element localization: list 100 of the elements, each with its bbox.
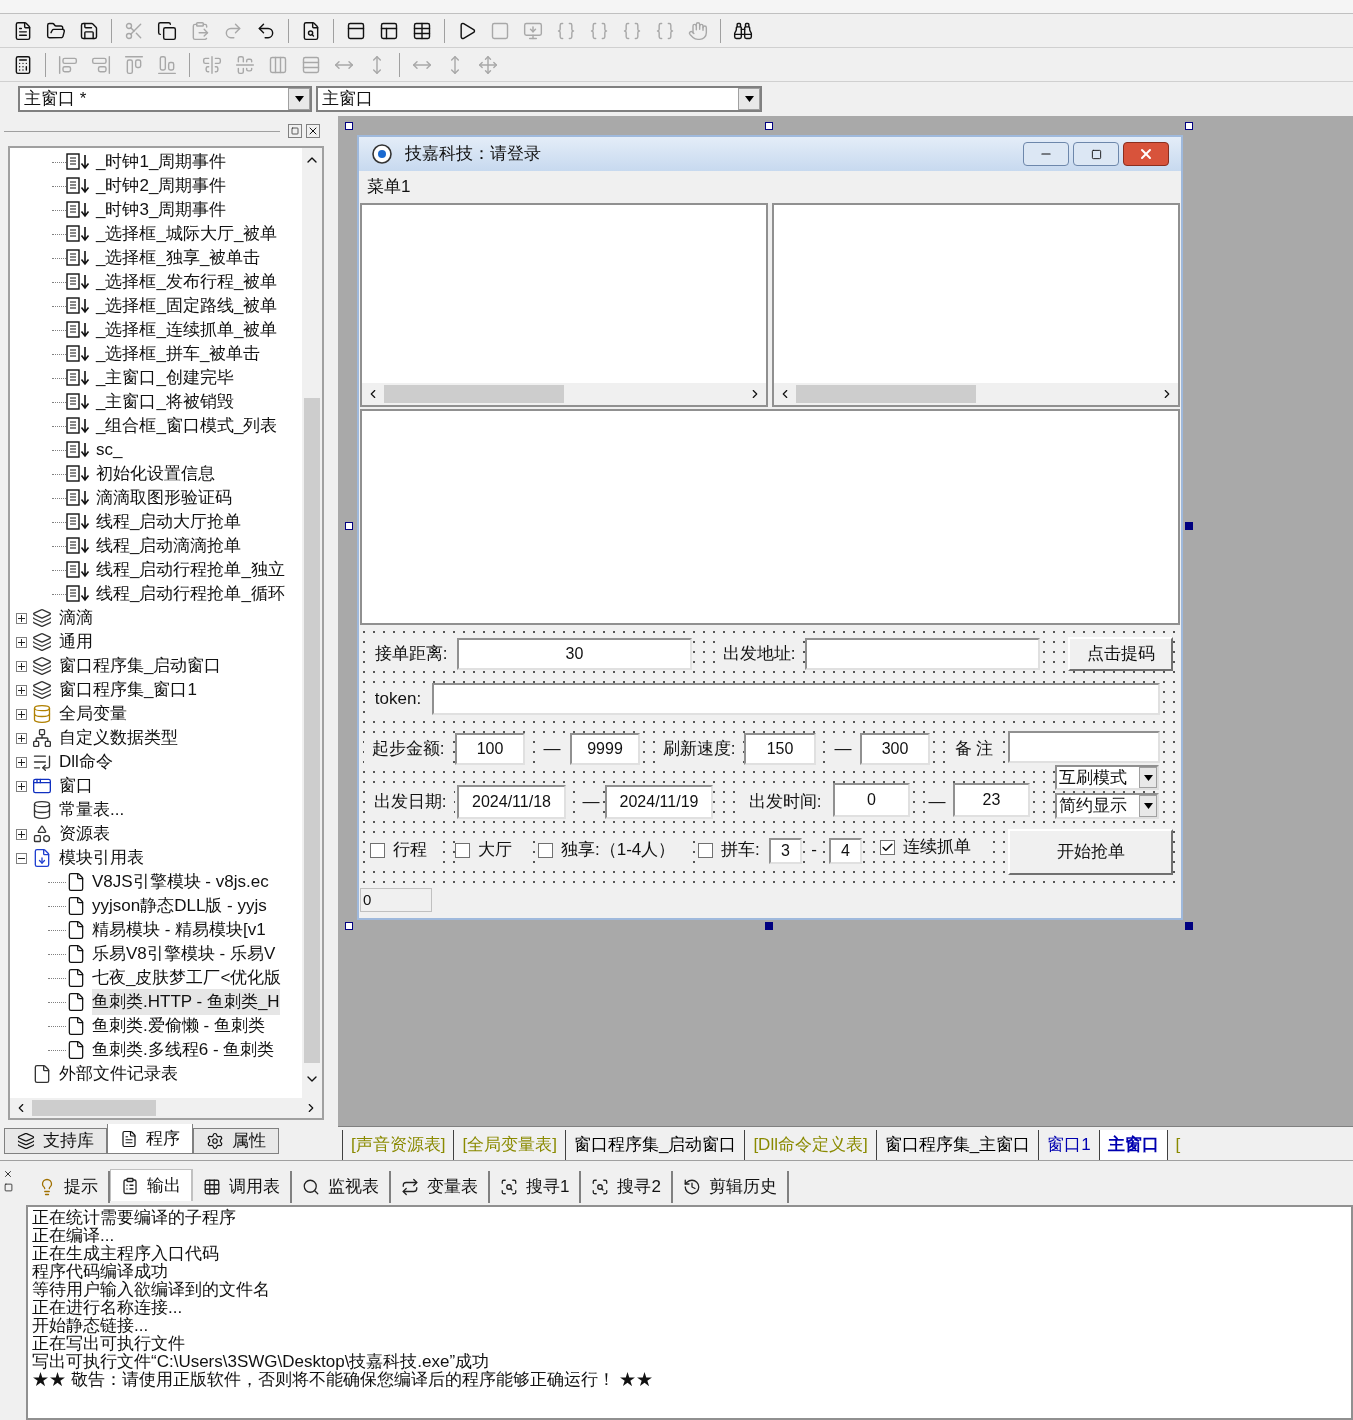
tree-item[interactable]: 外部文件记录表 — [59, 1061, 178, 1087]
text-field[interactable] — [805, 638, 1040, 670]
tree-item[interactable]: 窗口程序集_启动窗口 — [59, 653, 222, 679]
vertical-scrollbar[interactable] — [302, 148, 322, 1098]
document-tab[interactable]: 主窗口 — [1098, 1130, 1167, 1160]
output-tab[interactable]: 输出 — [110, 1169, 193, 1201]
scrollbar-thumb[interactable] — [304, 398, 320, 1063]
tree-item[interactable]: 窗口 — [59, 773, 93, 799]
tree-item[interactable]: _选择框_发布行程_被单 — [96, 269, 278, 295]
tree-item[interactable]: 资源表 — [59, 821, 110, 847]
tree-item[interactable]: 常量表... — [59, 797, 125, 823]
text-field[interactable]: 23 — [953, 783, 1030, 817]
tree-item[interactable]: 线程_启动大厅抢单 — [96, 509, 242, 535]
panel-tab[interactable]: 程序 — [107, 1124, 193, 1154]
tree-item[interactable]: 乐易V8引擎模块 - 乐易V — [92, 941, 276, 967]
expand-icon[interactable] — [16, 660, 27, 672]
tree-item[interactable]: sc_ — [96, 437, 123, 463]
text-field[interactable] — [432, 683, 1160, 715]
restore-icon[interactable] — [3, 1183, 13, 1192]
resize-handle[interactable] — [1185, 122, 1193, 130]
resize-handle[interactable] — [345, 122, 353, 130]
dropdown[interactable]: 简约显示 — [1055, 793, 1159, 819]
resize-handle[interactable] — [765, 922, 773, 930]
tree-item[interactable]: 鱼刺类.多线程6 - 鱼刺类 — [92, 1037, 275, 1063]
panel-tab[interactable]: 支持库 — [4, 1128, 107, 1154]
tree-item[interactable]: 自定义数据类型 — [59, 725, 178, 751]
scrollbar-thumb[interactable] — [32, 1100, 156, 1116]
resize-handle[interactable] — [345, 922, 353, 930]
tree-item[interactable]: 初始化设置信息 — [96, 461, 215, 487]
text-field[interactable]: 4 — [829, 838, 862, 864]
text-field[interactable]: 30 — [457, 638, 692, 670]
expand-icon[interactable] — [16, 612, 27, 624]
tree-item[interactable]: _选择框_拼车_被单击 — [96, 341, 261, 367]
tree-item[interactable]: _主窗口_创建完毕 — [96, 365, 234, 391]
expand-icon[interactable] — [16, 756, 27, 768]
form-button[interactable]: 开始抢单 — [1008, 829, 1173, 875]
text-field[interactable]: 100 — [455, 733, 525, 765]
check-icon — [881, 840, 894, 854]
method-icon — [66, 441, 92, 459]
tree-item[interactable]: 线程_启动行程抢单_独立 — [96, 557, 285, 583]
dropdown[interactable]: 互刷模式 — [1055, 765, 1159, 790]
tree-item[interactable]: _时钟2_周期事件 — [96, 173, 227, 199]
text-field[interactable] — [1008, 731, 1160, 763]
scrollbar-thumb[interactable] — [796, 385, 976, 403]
text-field[interactable]: 3 — [769, 838, 802, 864]
tree-item[interactable]: V8JS引擎模块 - v8js.ec — [92, 869, 269, 895]
tree-item[interactable]: 全局变量 — [59, 701, 127, 727]
horizontal-scrollbar[interactable] — [10, 1098, 322, 1118]
minimize-button[interactable] — [1023, 142, 1069, 166]
tree-item[interactable]: 通用 — [59, 629, 93, 655]
tree-item[interactable]: 精易模块 - 精易模块[v1 — [92, 917, 266, 943]
maximize-button[interactable] — [1073, 142, 1119, 166]
checkbox[interactable]: 拼车: — [698, 837, 766, 863]
tree-item[interactable]: 鱼刺类.爱偷懒 - 鱼刺类 — [92, 1013, 265, 1039]
object-combo[interactable]: 主窗口 * — [18, 86, 312, 112]
close-button[interactable] — [1123, 142, 1169, 166]
text-field[interactable]: 9999 — [570, 733, 640, 765]
tree-item[interactable]: _选择框_连续抓单_被单 — [96, 317, 278, 343]
tree-item[interactable]: 鱼刺类.HTTP - 鱼刺类_H — [92, 989, 280, 1015]
tree-item[interactable]: 滴滴取图形验证码 — [96, 485, 232, 511]
tree-item[interactable]: Dll命令 — [59, 749, 113, 775]
expand-icon[interactable] — [16, 732, 27, 744]
tree-item[interactable]: _时钟3_周期事件 — [96, 197, 227, 223]
tree-item[interactable]: 窗口程序集_窗口1 — [59, 677, 197, 703]
object-combo[interactable]: 主窗口 — [316, 86, 762, 112]
menu-item[interactable]: 菜单1 — [367, 174, 411, 200]
text-field[interactable]: 0 — [833, 783, 910, 817]
form-button[interactable]: 点击提码 — [1068, 637, 1173, 671]
scrollbar-thumb[interactable] — [384, 385, 564, 403]
tree-item[interactable]: _选择框_固定路线_被单 — [96, 293, 278, 319]
tree-item[interactable]: _选择框_城际大厅_被单 — [96, 221, 278, 247]
expand-icon[interactable] — [16, 780, 27, 792]
expand-icon[interactable] — [16, 636, 27, 648]
panel-tab[interactable]: 属性 — [193, 1128, 279, 1154]
resize-handle[interactable] — [1185, 922, 1193, 930]
text-field[interactable]: 2024/11/19 — [605, 785, 713, 819]
tree-item[interactable]: 七夜_皮肤梦工厂<优化版 — [92, 965, 282, 991]
tree-item[interactable]: 滴滴 — [59, 605, 93, 631]
text-field[interactable]: 150 — [744, 733, 816, 765]
expand-icon[interactable] — [16, 828, 27, 840]
text-field[interactable]: 300 — [860, 733, 930, 765]
resize-handle[interactable] — [345, 522, 353, 530]
resize-handle[interactable] — [1185, 522, 1193, 530]
collapse-icon[interactable] — [16, 852, 27, 864]
tree-item[interactable]: 模块引用表 — [59, 845, 144, 871]
close-icon[interactable] — [3, 1169, 13, 1179]
expand-icon[interactable] — [16, 708, 27, 720]
tree-item[interactable]: _时钟1_周期事件 — [96, 149, 227, 175]
tree-item[interactable]: _主窗口_将被销毁 — [96, 389, 234, 415]
tree-item[interactable]: _组合框_窗口模式_列表 — [96, 413, 278, 439]
text-field[interactable]: 2024/11/18 — [457, 785, 566, 819]
horizontal-scrollbar[interactable] — [774, 383, 1178, 405]
tree-item[interactable]: 线程_启动行程抢单_循环 — [96, 581, 285, 607]
horizontal-scrollbar[interactable] — [362, 383, 766, 405]
tree-item[interactable]: _选择框_独享_被单击 — [96, 245, 261, 271]
tree-item[interactable]: yyjson静态DLL版 - yyjs — [92, 893, 267, 919]
resize-handle[interactable] — [765, 122, 773, 130]
tree-item[interactable]: 线程_启动滴滴抢单 — [96, 533, 242, 559]
expand-icon[interactable] — [16, 684, 27, 696]
close-icon[interactable] — [306, 124, 320, 138]
